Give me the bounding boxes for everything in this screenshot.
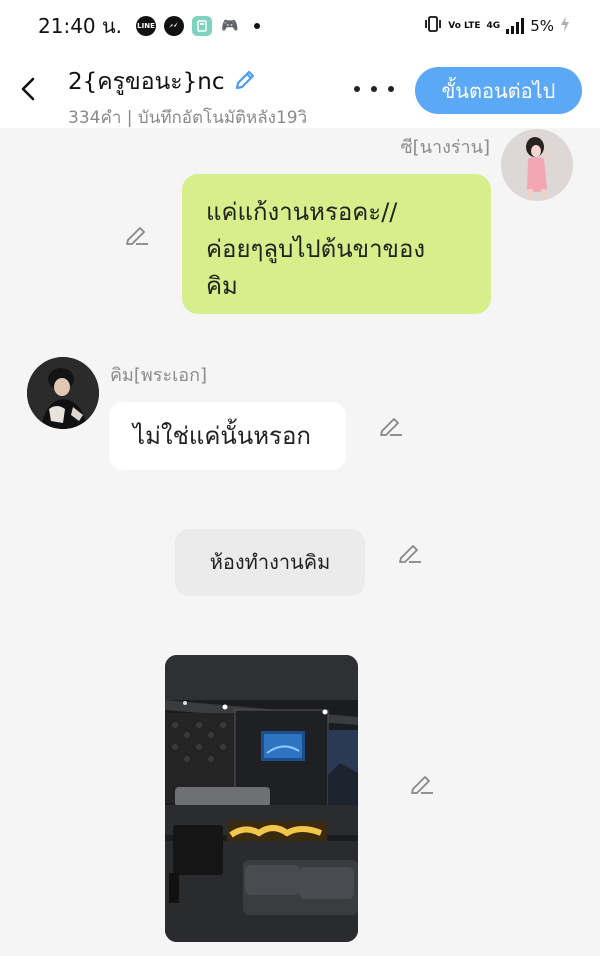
- dot-icon: [371, 86, 377, 92]
- message-line: แค่แก้งานหรอคะ//: [206, 198, 398, 226]
- edit-message-button[interactable]: [123, 222, 151, 250]
- pencil-icon: [380, 418, 402, 436]
- pencil-icon: [236, 70, 255, 90]
- status-bar: 21:40 น. LINE 🎮 Vo LTE 4G 5%: [0, 0, 600, 52]
- message-line: คิม: [206, 272, 238, 300]
- messenger-icon: [164, 16, 185, 36]
- vibrate-icon: [424, 15, 442, 37]
- volte-indicator: Vo LTE: [448, 20, 481, 31]
- dot-icon: [388, 86, 394, 92]
- edit-title-button[interactable]: [232, 67, 258, 97]
- avatar-woman-image: [501, 129, 573, 201]
- system-icons: Vo LTE 4G 5%: [424, 15, 570, 37]
- pencil-icon: [411, 776, 433, 794]
- message-bubble[interactable]: แค่แก้งานหรอคะ// ค่อยๆลูบไปต้นขาของ คิม: [182, 174, 491, 314]
- battery-percent: 5%: [530, 17, 554, 35]
- edit-narration-button[interactable]: [396, 540, 424, 568]
- chat-area: ซี[นางร่าน] แค่แก้งานหรอคะ// ค่อยๆลูบไปต…: [0, 128, 600, 956]
- chevron-left-icon: [21, 77, 35, 101]
- more-notifications-dot: [254, 23, 261, 29]
- next-step-button[interactable]: ขั้นตอนต่อไป: [415, 67, 582, 114]
- network-type: 4G: [486, 21, 501, 31]
- word-count-autosave: 334คำ | บันทึกอัตโนมัติหลัง19วิ: [68, 108, 308, 128]
- line-icon: LINE: [136, 16, 157, 36]
- page-title: 2{ครูขอนะ}nc: [68, 69, 225, 95]
- sender-name: ซี[นางร่าน]: [400, 137, 490, 158]
- status-time: 21:40 น.: [38, 14, 123, 38]
- chat-header: 2{ครูขอนะ}nc 334คำ | บันทึกอัตโนมัติหลัง…: [0, 52, 600, 128]
- title-block: 2{ครูขอนะ}nc 334คำ | บันทึกอัตโนมัติหลัง…: [68, 64, 307, 131]
- more-options-button[interactable]: [354, 76, 394, 102]
- back-button[interactable]: [14, 72, 42, 106]
- signal-icon: [506, 18, 525, 34]
- edit-image-button[interactable]: [408, 771, 436, 799]
- message-line: ค่อยๆลูบไปต้นขาของ: [206, 235, 426, 263]
- avatar[interactable]: [501, 129, 573, 201]
- dot-icon: [354, 86, 360, 92]
- sender-name: คิม[พระเอก]: [110, 365, 208, 386]
- image-message[interactable]: [165, 655, 358, 942]
- avatar[interactable]: [27, 357, 99, 429]
- notification-icons: LINE 🎮: [136, 16, 261, 36]
- pencil-icon: [399, 545, 421, 563]
- bedroom-image: [165, 655, 358, 942]
- game-controller-icon: 🎮: [221, 18, 239, 34]
- message-bubble[interactable]: ไม่ใช่แค่นั้นหรอก: [109, 402, 346, 470]
- narration-bubble[interactable]: ห้องทำงานคิม: [175, 529, 365, 596]
- charging-icon: [560, 15, 570, 37]
- pencil-icon: [126, 227, 148, 245]
- edit-message-button[interactable]: [377, 413, 405, 441]
- avatar-man-image: [27, 357, 99, 429]
- calculator-icon: [192, 16, 213, 36]
- message-line: ไม่ใช่แค่นั้นหรอก: [133, 422, 311, 450]
